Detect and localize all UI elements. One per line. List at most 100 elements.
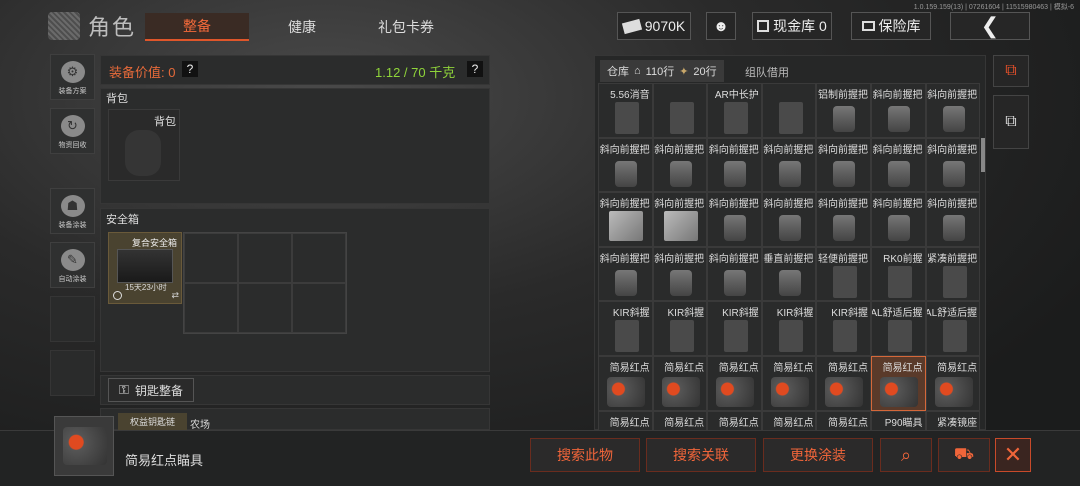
inventory-scrollbar[interactable]	[981, 138, 985, 172]
inventory-item[interactable]: KIR斜握	[598, 301, 653, 356]
inventory-item[interactable]: 斜向前握把	[870, 137, 926, 193]
inventory-item[interactable]: 紧凑前握把	[925, 246, 980, 302]
tab-warehouse[interactable]: 仓库 ⌂ 110行 ✦ 20行	[600, 60, 724, 82]
inventory-item[interactable]: 简易红点	[761, 355, 817, 411]
tab-equip[interactable]: 整备	[145, 13, 249, 41]
item-image-icon	[724, 160, 747, 187]
inventory-item[interactable]	[761, 83, 817, 138]
tab-gift[interactable]: 礼包卡券	[354, 13, 458, 41]
backpack-slot-label: 背包	[154, 116, 176, 128]
inventory-item[interactable]: 斜向前握把	[761, 137, 817, 193]
avatar-button[interactable]: ☻	[706, 12, 736, 40]
inventory-item[interactable]: RK0前握	[870, 246, 926, 302]
item-name: FAL舒适后握	[870, 308, 923, 320]
inventory-item[interactable]: 斜向前握把	[707, 137, 762, 193]
inventory-item[interactable]: 斜向前握把	[598, 246, 653, 302]
item-image-icon	[669, 269, 692, 296]
inventory-item[interactable]: 斜向前握把	[925, 83, 980, 138]
safebox-item[interactable]: 复合安全箱 15天23小时 ⇄	[108, 232, 182, 304]
inventory-item[interactable]: 简易红点	[870, 355, 926, 411]
inventory-item[interactable]: 紧凑镜座	[925, 410, 980, 430]
inventory-item[interactable]: 斜向前握把	[870, 83, 926, 138]
inventory-item[interactable]: 斜向前握把	[816, 137, 871, 193]
inventory-item[interactable]: 斜向前握把	[925, 137, 980, 193]
inventory-item[interactable]: 简易红点	[598, 355, 653, 411]
item-image-icon	[615, 160, 637, 187]
inventory-item[interactable]: P90瞄具	[870, 410, 926, 430]
inventory-item[interactable]: 铝制前握把	[816, 83, 871, 138]
inventory-item[interactable]: AR中长护	[707, 83, 762, 138]
house-icon: ⌂	[634, 65, 641, 77]
cart-button[interactable]: ⛟	[938, 438, 990, 472]
key-kit-button[interactable]: ⚿ 钥匙整备	[108, 378, 194, 402]
inventory-item[interactable]: KIR斜握	[816, 301, 871, 356]
inventory-item[interactable]: KIR斜握	[707, 301, 762, 356]
inventory-item[interactable]: 斜向前握把	[761, 192, 817, 247]
inventory-item[interactable]: 简易红点	[761, 410, 817, 430]
inventory-item[interactable]: 简易红点	[816, 355, 871, 411]
sidebar-skin[interactable]: ☗ 装备涂装	[50, 188, 95, 234]
safebox-timer: 15天23小时	[125, 283, 167, 292]
grid-cell	[238, 283, 292, 333]
item-image-icon	[778, 215, 801, 242]
page-title: 角色	[88, 15, 137, 40]
inventory-item[interactable]: 斜向前握把	[652, 137, 708, 193]
close-button[interactable]: ✕	[995, 438, 1031, 472]
tab-health[interactable]: 健康	[250, 13, 354, 41]
change-skin-button[interactable]: 更换涂装	[763, 438, 873, 472]
item-name: 5.56消音	[610, 90, 650, 101]
inventory-item[interactable]: 斜向前握把	[598, 137, 653, 193]
inventory-item[interactable]: FAL舒适后握	[925, 301, 980, 356]
sidebar-empty-slot	[50, 296, 95, 342]
inventory-item[interactable]: 简易红点	[707, 410, 762, 430]
item-image-icon	[833, 320, 858, 353]
inventory-item[interactable]: 斜向前握把	[598, 192, 653, 247]
insurance-button[interactable]: 保险库	[851, 12, 931, 40]
search-icon: ⌕	[900, 444, 912, 465]
item-image-icon	[833, 160, 856, 187]
spray-icon: ✎	[60, 249, 85, 271]
search-related-button[interactable]: 搜索关联	[646, 438, 756, 472]
inventory-item[interactable]: FAL舒适后握	[870, 301, 926, 356]
equipment-value: 装备价值: 0	[109, 65, 176, 80]
inventory-item[interactable]: 简易红点	[816, 410, 871, 430]
search-button[interactable]: ⌕	[880, 438, 932, 472]
inventory-item[interactable]: 斜向前握把	[707, 192, 762, 247]
sidebar-auto-skin[interactable]: ✎ 自动涂装	[50, 242, 95, 288]
cash-vault-button[interactable]: 现金库 0	[752, 12, 832, 40]
inventory-item[interactable]: 斜向前握把	[707, 246, 762, 302]
inventory-item[interactable]: KIR斜握	[761, 301, 817, 356]
sort-button[interactable]: ⧉	[993, 55, 1029, 87]
backpack-slot[interactable]: 背包	[108, 109, 180, 181]
tab-team-borrow[interactable]: 组队借用	[745, 64, 789, 80]
inventory-item[interactable]: 简易红点	[652, 355, 708, 411]
inventory-item[interactable]: 简易红点	[707, 355, 762, 411]
back-button[interactable]: ❮	[950, 12, 1030, 40]
inventory-item[interactable]: 简易红点	[598, 410, 653, 430]
item-image-icon	[669, 160, 692, 187]
item-name: KIR斜握	[831, 308, 868, 320]
search-here-button[interactable]: 搜索此物	[530, 438, 640, 472]
help-icon[interactable]: ?	[467, 61, 483, 77]
item-name: 铝制前握把	[817, 90, 868, 101]
inventory-item[interactable]	[652, 83, 708, 138]
inventory-item[interactable]: 简易红点	[652, 410, 708, 430]
safebox-section-title: 安全箱	[106, 214, 139, 226]
item-name: 斜向前握把	[599, 144, 650, 156]
inventory-item[interactable]: 斜向前握把	[870, 192, 926, 247]
help-icon[interactable]: ?	[182, 61, 198, 77]
sidebar-recycle[interactable]: ↻ 物资回收	[50, 108, 95, 154]
inventory-item[interactable]: 斜向前握把	[652, 246, 708, 302]
inventory-item[interactable]: 斜向前握把	[816, 192, 871, 247]
inventory-item[interactable]: 斜向前握把	[652, 192, 708, 247]
inventory-item[interactable]: KIR斜握	[652, 301, 708, 356]
item-name: 斜向前握把	[708, 144, 759, 156]
inventory-item[interactable]: 垂直前握把	[761, 246, 817, 302]
inventory-item[interactable]: 轻便前握把	[816, 246, 871, 302]
item-name: 斜向前握把	[654, 253, 705, 265]
stack-button[interactable]: ⧉	[993, 95, 1029, 149]
sidebar-kit-plan[interactable]: ⚙ 装备方案	[50, 54, 95, 100]
inventory-item[interactable]: 简易红点	[925, 355, 980, 411]
inventory-item[interactable]: 斜向前握把	[925, 192, 980, 247]
inventory-item[interactable]: 5.56消音	[598, 83, 653, 138]
